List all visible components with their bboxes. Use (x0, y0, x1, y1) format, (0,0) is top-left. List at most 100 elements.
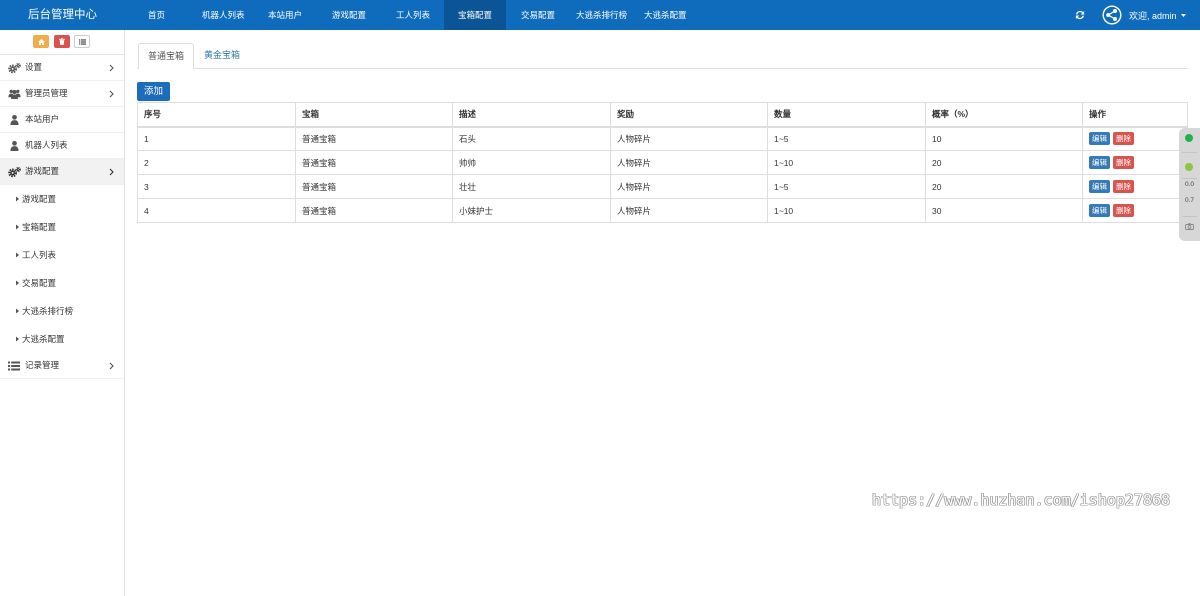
trash-icon (59, 38, 65, 45)
sidebar-subitem-label: 游戏配置 (22, 194, 57, 204)
nav-item-game-config[interactable]: 游戏配置 (318, 0, 380, 30)
tab-gold-chest[interactable]: 黄金宝箱 (195, 43, 249, 69)
sidebar-item-game-config[interactable]: 游戏配置 (0, 159, 124, 185)
cell-prob: 30 (925, 198, 1083, 223)
cell-box: 普通宝箱 (295, 126, 453, 151)
floating-side-widget[interactable]: 0.0 0.7 (1179, 128, 1200, 241)
chevron-right-icon (109, 64, 114, 72)
gears-icon (7, 62, 21, 73)
cell-reward: 人物碎片 (610, 198, 768, 223)
table-row: 4 普通宝箱 小妹护士 人物碎片 1~10 30 编辑 删除 (137, 198, 1188, 223)
sidebar-subitem-battle-royale-ranking[interactable]: 大逃杀排行榜 (0, 297, 124, 325)
speed-reading: 0.7 (1184, 197, 1195, 204)
table-header-cell: 概率（%） (925, 102, 1083, 128)
sidebar-item-label: 管理员管理 (25, 88, 68, 98)
table-header-cell: 操作 (1082, 102, 1188, 128)
cell-box: 普通宝箱 (295, 150, 453, 175)
speed-reading: 0.0 (1184, 181, 1195, 188)
sidebar-item-record-management[interactable]: 记录管理 (0, 353, 124, 379)
nav-item-worker-list[interactable]: 工人列表 (382, 0, 444, 30)
sidebar-subitem-chest-config[interactable]: 宝箱配置 (0, 213, 124, 241)
caret-down-icon (1180, 13, 1186, 17)
edit-button[interactable]: 编辑 (1089, 204, 1110, 217)
list-icon (78, 38, 86, 45)
widget-divider (1182, 178, 1197, 179)
sidebar-subitem-label: 宝箱配置 (22, 222, 57, 232)
cell-id: 2 (137, 150, 296, 175)
gears-icon (7, 166, 21, 177)
cell-id: 4 (137, 198, 296, 223)
sidebar-item-admin-management[interactable]: 管理员管理 (0, 81, 124, 107)
cell-reward: 人物碎片 (610, 150, 768, 175)
chevron-right-icon (109, 90, 114, 98)
nav-item-trade-config[interactable]: 交易配置 (507, 0, 569, 30)
list-icon (7, 361, 21, 371)
cell-desc: 帅帅 (452, 150, 611, 175)
top-navbar: 后台管理中心 首页 机器人列表 本站用户 游戏配置 工人列表 宝箱配置 交易配置… (0, 0, 1200, 30)
sidebar-subitem-worker-list[interactable]: 工人列表 (0, 241, 124, 269)
quick-home-button[interactable] (33, 35, 49, 48)
sidebar-subitem-label: 大逃杀配置 (22, 334, 65, 344)
tab-normal-chest[interactable]: 普通宝箱 (138, 43, 195, 69)
delete-button[interactable]: 删除 (1113, 132, 1134, 146)
status-dot[interactable] (1185, 134, 1193, 142)
delete-button[interactable]: 删除 (1113, 156, 1134, 169)
nav-item-robot-list[interactable]: 机器人列表 (188, 0, 259, 30)
table-header-cell: 奖励 (610, 102, 768, 128)
cell-qty: 1~5 (767, 174, 926, 199)
sidebar-subitem-trade-config[interactable]: 交易配置 (0, 269, 124, 297)
sidebar-subitem-battle-royale-config[interactable]: 大逃杀配置 (0, 325, 124, 353)
cell-prob: 10 (925, 126, 1083, 151)
caret-right-icon (16, 224, 19, 230)
user-menu[interactable]: 欢迎, admin (1129, 0, 1186, 30)
user-icon (7, 114, 21, 125)
users-icon (7, 88, 21, 99)
sidebar-subitem-label: 交易配置 (22, 278, 57, 288)
edit-button[interactable]: 编辑 (1089, 180, 1110, 193)
app-title[interactable]: 后台管理中心 (0, 0, 125, 30)
sidebar-item-site-users[interactable]: 本站用户 (0, 107, 124, 133)
cell-desc: 小妹护士 (452, 198, 611, 223)
refresh-icon[interactable] (1075, 10, 1085, 20)
table-header-cell: 序号 (137, 102, 296, 128)
sidebar-subitem-label: 工人列表 (22, 250, 57, 260)
nav-item-battle-royale-config[interactable]: 大逃杀配置 (630, 0, 701, 30)
welcome-text: 欢迎, admin (1129, 10, 1177, 21)
nav-item-home[interactable]: 首页 (134, 0, 179, 30)
sidebar-item-settings[interactable]: 设置 (0, 55, 124, 81)
delete-button[interactable]: 删除 (1113, 204, 1134, 217)
tab-bar: 普通宝箱 黄金宝箱 (137, 43, 1187, 69)
sidebar-item-robot-list[interactable]: 机器人列表 (0, 133, 124, 159)
watermark: https://www.huzhan.com/ishop27868 (872, 491, 1171, 509)
delete-button[interactable]: 删除 (1113, 180, 1134, 193)
cell-reward: 人物碎片 (610, 174, 768, 199)
edit-button[interactable]: 编辑 (1089, 156, 1110, 169)
cell-box: 普通宝箱 (295, 198, 453, 223)
status-dot[interactable] (1185, 163, 1193, 171)
quick-list-button[interactable] (74, 35, 90, 48)
cell-actions: 编辑 删除 (1082, 198, 1188, 223)
sidebar-item-label: 本站用户 (25, 114, 60, 124)
nav-item-site-users[interactable]: 本站用户 (254, 0, 316, 30)
sidebar-item-label: 机器人列表 (25, 140, 68, 150)
cell-qty: 1~10 (767, 198, 926, 223)
sidebar: 设置 管理员管理 本站用户 机器人列表 游戏配置 游戏配置 宝箱配置 工人列表 … (0, 30, 125, 596)
caret-right-icon (16, 196, 19, 202)
cell-qty: 1~5 (767, 126, 926, 151)
sidebar-subitem-game-config[interactable]: 游戏配置 (0, 185, 124, 213)
nav-item-chest-config[interactable]: 宝箱配置 (444, 0, 507, 30)
table-header-cell: 描述 (452, 102, 611, 128)
add-button[interactable]: 添加 (137, 82, 170, 101)
sidebar-item-label: 设置 (25, 62, 43, 72)
user-icon (7, 140, 21, 151)
share-alt-icon[interactable] (1102, 5, 1122, 25)
quick-trash-button[interactable] (54, 35, 70, 48)
sidebar-subitem-label: 大逃杀排行榜 (22, 306, 74, 316)
cell-box: 普通宝箱 (295, 174, 453, 199)
table-row: 1 普通宝箱 石头 人物碎片 1~5 10 编辑 删除 (137, 126, 1188, 151)
edit-button[interactable]: 编辑 (1089, 132, 1110, 146)
cell-desc: 石头 (452, 126, 611, 151)
chevron-right-icon (109, 362, 114, 370)
camera-icon[interactable] (1185, 223, 1194, 230)
widget-divider (1182, 152, 1197, 153)
